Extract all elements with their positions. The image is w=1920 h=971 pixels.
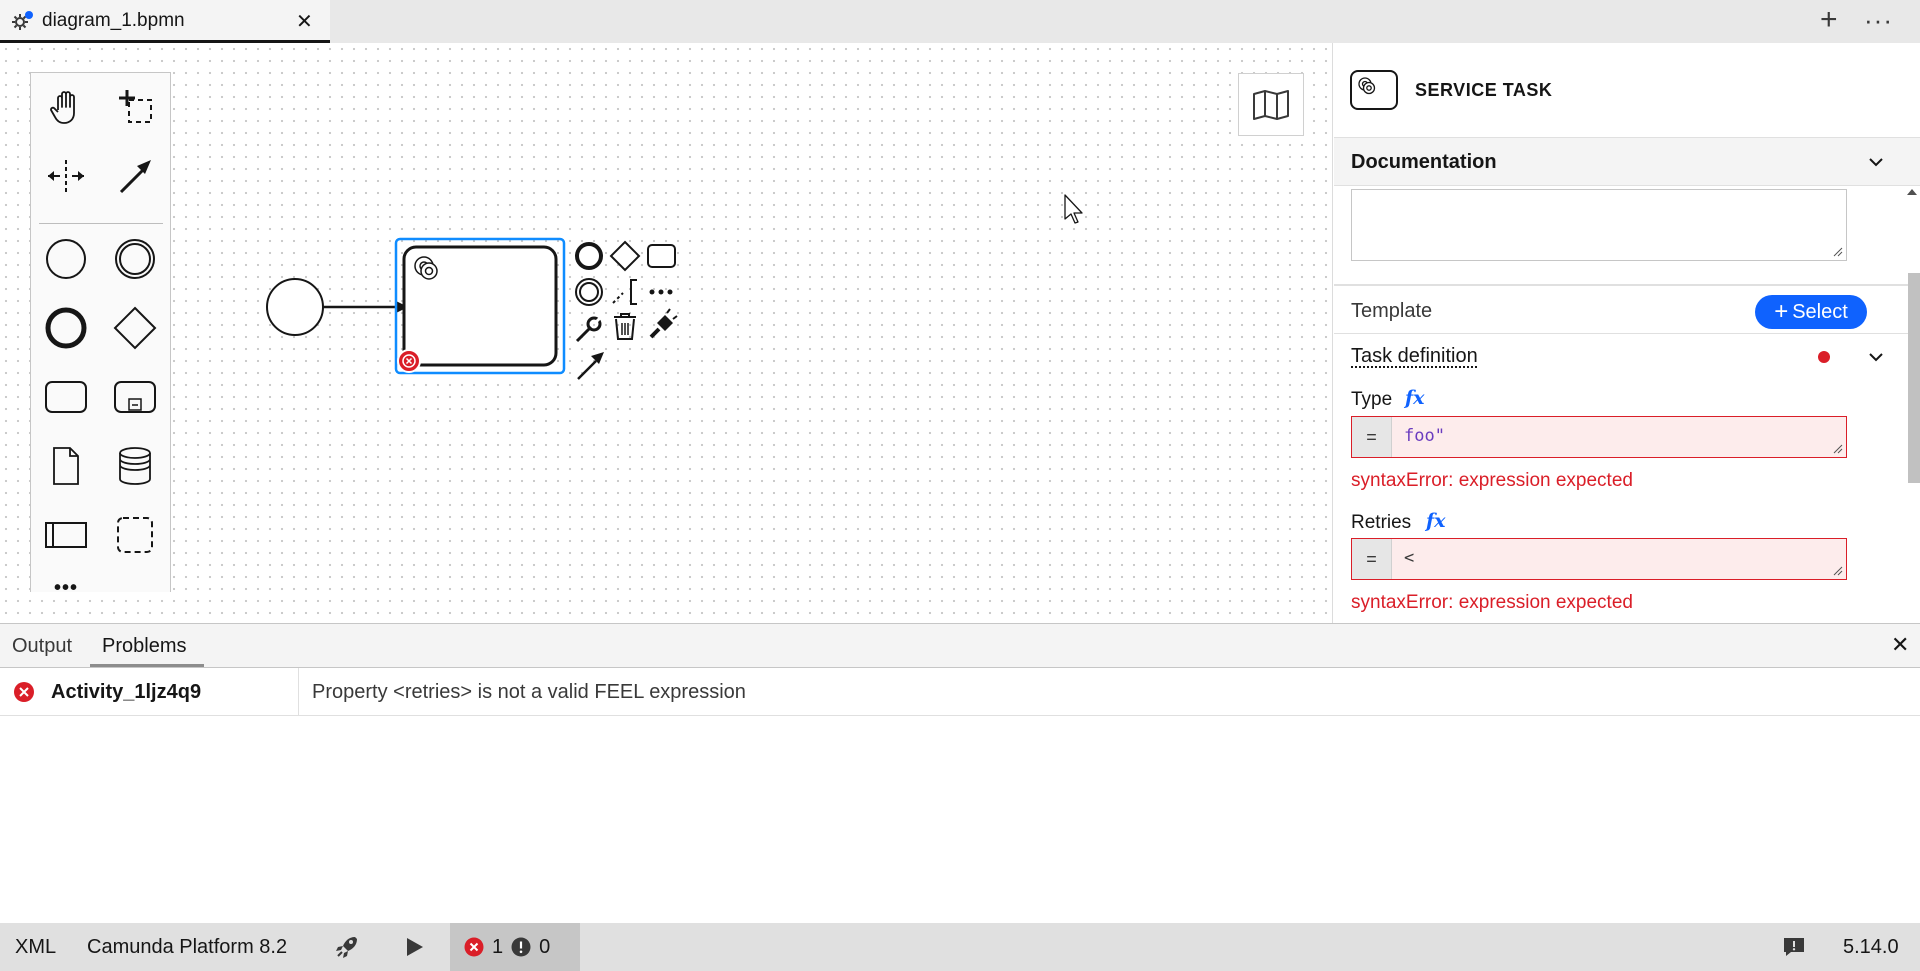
color-brush-icon[interactable] [649,308,678,339]
append-gateway-icon[interactable] [609,240,641,272]
resize-handle-icon[interactable] [1833,247,1843,257]
active-tab-indicator [90,664,204,667]
app-version: 5.14.0 [1843,935,1899,958]
fx-icon: fx [1426,510,1446,532]
error-marker-icon[interactable] [397,349,421,373]
append-end-event-icon[interactable] [575,242,603,270]
problems-summary-button[interactable]: 1 0 [450,923,580,971]
more-options-icon[interactable] [649,289,673,295]
group-documentation[interactable]: Documentation [1334,138,1920,186]
close-panel-icon[interactable]: ✕ [1891,632,1909,658]
resize-handle-icon[interactable] [1833,566,1843,576]
trash-icon[interactable] [614,313,636,340]
divider [298,668,299,715]
divider [1334,284,1920,286]
scroll-up-icon[interactable] [1906,187,1918,197]
select-button-label: Select [1792,300,1848,323]
diagram-canvas[interactable]: ••• [0,43,1333,623]
error-count-icon [464,937,484,957]
warning-count-icon [511,937,531,957]
mouse-cursor-icon [1064,194,1083,224]
retries-input[interactable]: = < [1351,538,1847,580]
properties-header: SERVICE TASK [1334,43,1920,138]
problem-row[interactable]: Activity_1ljz4q9 Property <retries> is n… [0,668,1920,716]
tab-diagram[interactable]: diagram_1.bpmn ✕ [0,0,330,43]
type-value: foo" [1404,426,1445,446]
error-icon [13,681,35,708]
group-task-definition[interactable]: Task definition [1334,334,1920,380]
properties-scrollbar[interactable] [1904,143,1920,623]
group-label: Task definition [1351,345,1478,367]
properties-panel: SERVICE TASK Documentation Template + Se… [1334,43,1920,623]
warning-count: 0 [539,935,551,958]
add-tab-icon[interactable]: + [1820,4,1838,36]
text-annotation-icon[interactable] [612,279,637,305]
service-task-header-icon [1350,70,1398,110]
fx-icon: fx [1405,387,1425,409]
tab-output[interactable]: Output [12,635,72,658]
deploy-rocket-icon[interactable] [334,923,360,971]
context-pad [575,240,678,380]
template-select-button[interactable]: + Select [1755,295,1867,329]
start-instance-play-icon[interactable] [403,923,425,971]
log-panel: Output Problems ✕ Activity_1ljz4q9 Prope… [0,623,1920,923]
connect-arrow-icon[interactable] [577,352,604,380]
retries-label: Retries [1351,512,1412,533]
xml-view-button[interactable]: XML [15,923,56,971]
retries-value: < [1404,548,1415,568]
template-label: Template [1351,300,1433,322]
error-indicator-dot [1818,351,1830,363]
element-type-title: SERVICE TASK [1415,80,1553,100]
type-error-message: syntaxError: expression expected [1351,470,1633,491]
start-event[interactable] [266,278,324,336]
feel-prefix: = [1352,539,1392,579]
resize-handle-icon[interactable] [1833,444,1843,454]
feel-prefix: = [1352,417,1392,457]
append-task-icon[interactable] [647,244,676,268]
error-count: 1 [492,935,504,958]
type-label: Type [1351,389,1393,410]
status-bar: XML Camunda Platform 8.2 1 0 5.14.0 [0,923,1920,971]
chevron-down-icon[interactable] [1868,154,1884,170]
tab-title: diagram_1.bpmn [42,10,185,31]
log-panel-tabs: Output Problems ✕ [0,624,1920,668]
plus-icon: + [1774,298,1789,325]
tab-bar: diagram_1.bpmn ✕ + ··· [0,0,1920,43]
tab-problems[interactable]: Problems [102,635,186,658]
problem-message: Property <retries> is not a valid FEEL e… [312,681,746,703]
bpmn-diagram [266,194,1083,380]
scrollbar-thumb[interactable] [1908,273,1920,483]
documentation-textarea[interactable] [1351,189,1847,261]
close-tab-icon[interactable]: ✕ [296,9,313,34]
engine-version-button[interactable]: Camunda Platform 8.2 [87,923,287,971]
retries-error-message: syntaxError: expression expected [1351,592,1633,613]
bpmn-file-icon [10,10,36,37]
type-input[interactable]: = foo" [1351,416,1847,458]
append-intermediate-event-icon[interactable] [575,278,603,306]
more-options-icon[interactable]: ··· [1864,4,1893,36]
wrench-icon[interactable] [575,316,602,343]
group-label: Documentation [1351,151,1497,173]
problem-element-id: Activity_1ljz4q9 [51,681,202,703]
feedback-icon[interactable] [1782,923,1806,971]
chevron-down-icon[interactable] [1868,349,1884,365]
